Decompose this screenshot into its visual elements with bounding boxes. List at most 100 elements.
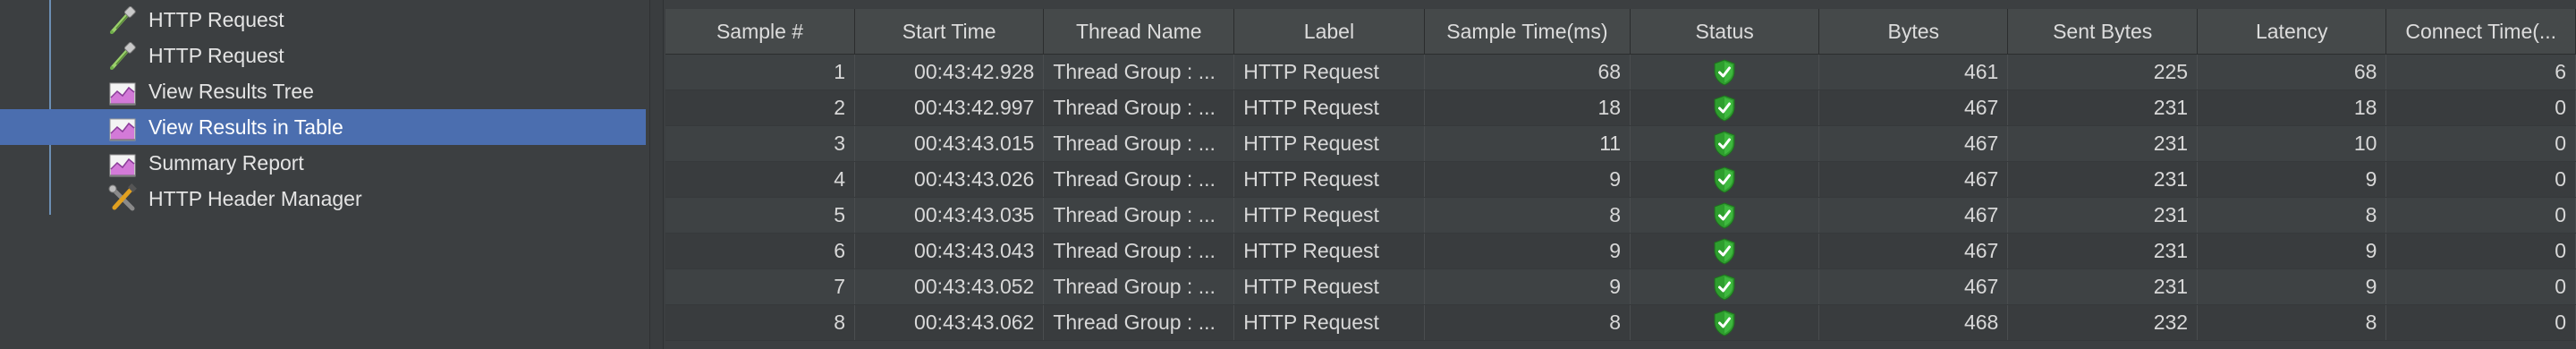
cell-connect-time: 0 bbox=[2385, 268, 2576, 305]
cell-label: HTTP Request bbox=[1233, 125, 1425, 162]
column-header-sent-bytes[interactable]: Sent Bytes bbox=[2007, 9, 2199, 55]
column-header-sample-number[interactable]: Sample # bbox=[665, 9, 856, 55]
cell-bytes: 461 bbox=[1818, 54, 2009, 90]
cell-sample-number: 8 bbox=[665, 304, 856, 341]
success-shield-icon bbox=[1712, 201, 1737, 229]
cell-label: HTTP Request bbox=[1233, 268, 1425, 305]
cell-latency: 18 bbox=[2197, 89, 2387, 126]
cell-label: HTTP Request bbox=[1233, 197, 1425, 234]
tree-item[interactable]: View Results in Table bbox=[0, 109, 646, 145]
cell-status bbox=[1630, 89, 1820, 126]
column-header-bytes[interactable]: Bytes bbox=[1818, 9, 2009, 55]
tree-item-label: View Results Tree bbox=[148, 80, 314, 103]
tree-item[interactable]: HTTP Request bbox=[0, 38, 646, 73]
success-shield-icon bbox=[1712, 273, 1737, 301]
cell-sample-time: 9 bbox=[1424, 268, 1631, 305]
cell-sent-bytes: 231 bbox=[2007, 89, 2199, 126]
table-row[interactable]: 7 00:43:43.052 Thread Group : ... HTTP Requ… bbox=[665, 268, 2576, 305]
cell-sample-number: 3 bbox=[665, 125, 856, 162]
cell-start-time: 00:43:43.052 bbox=[854, 268, 1045, 305]
cell-start-time: 00:43:43.062 bbox=[854, 304, 1045, 341]
column-header-latency[interactable]: Latency bbox=[2197, 9, 2387, 55]
cell-bytes: 467 bbox=[1818, 197, 2009, 234]
cell-sample-time: 11 bbox=[1424, 125, 1631, 162]
cell-connect-time: 0 bbox=[2385, 125, 2576, 162]
column-header-status[interactable]: Status bbox=[1630, 9, 1820, 55]
tree-item-label: HTTP Request bbox=[148, 8, 284, 31]
cell-start-time: 00:43:42.928 bbox=[854, 54, 1045, 90]
success-shield-icon bbox=[1712, 58, 1737, 86]
cell-connect-time: 0 bbox=[2385, 89, 2576, 126]
cell-label: HTTP Request bbox=[1233, 54, 1425, 90]
http-request-icon bbox=[107, 4, 140, 35]
cell-sample-time: 8 bbox=[1424, 304, 1631, 341]
tree-item[interactable]: View Results Tree bbox=[0, 73, 646, 109]
table-row[interactable]: 6 00:43:43.043 Thread Group : ... HTTP Requ… bbox=[665, 233, 2576, 269]
cell-latency: 8 bbox=[2197, 304, 2387, 341]
cell-start-time: 00:43:43.015 bbox=[854, 125, 1045, 162]
cell-sent-bytes: 231 bbox=[2007, 125, 2199, 162]
cell-status bbox=[1630, 233, 1820, 269]
success-shield-icon bbox=[1712, 237, 1737, 265]
cell-label: HTTP Request bbox=[1233, 161, 1425, 198]
cell-sample-number: 4 bbox=[665, 161, 856, 198]
table-row[interactable]: 2 00:43:42.997 Thread Group : ... HTTP Requ… bbox=[665, 89, 2576, 126]
cell-latency: 9 bbox=[2197, 233, 2387, 269]
cell-connect-time: 0 bbox=[2385, 304, 2576, 341]
cell-thread-name: Thread Group : ... bbox=[1043, 89, 1235, 126]
cell-label: HTTP Request bbox=[1233, 304, 1425, 341]
cell-latency: 68 bbox=[2197, 54, 2387, 90]
cell-sent-bytes: 231 bbox=[2007, 161, 2199, 198]
cell-sent-bytes: 231 bbox=[2007, 233, 2199, 269]
cell-sample-number: 2 bbox=[665, 89, 856, 126]
cell-start-time: 00:43:43.035 bbox=[854, 197, 1045, 234]
tree-item-label: HTTP Header Manager bbox=[148, 187, 362, 210]
cell-thread-name: Thread Group : ... bbox=[1043, 304, 1235, 341]
column-header-start-time[interactable]: Start Time bbox=[854, 9, 1045, 55]
table-row[interactable]: 8 00:43:43.062 Thread Group : ... HTTP Requ… bbox=[665, 304, 2576, 341]
cell-latency: 9 bbox=[2197, 268, 2387, 305]
tree-item[interactable]: HTTP Request bbox=[0, 2, 646, 38]
cell-thread-name: Thread Group : ... bbox=[1043, 233, 1235, 269]
table-row[interactable]: 1 00:43:42.928 Thread Group : ... HTTP Requ… bbox=[665, 54, 2576, 90]
cell-thread-name: Thread Group : ... bbox=[1043, 54, 1235, 90]
cell-bytes: 467 bbox=[1818, 125, 2009, 162]
table-row[interactable]: 3 00:43:43.015 Thread Group : ... HTTP Requ… bbox=[665, 125, 2576, 162]
cell-latency: 9 bbox=[2197, 161, 2387, 198]
cell-sample-number: 5 bbox=[665, 197, 856, 234]
cell-status bbox=[1630, 268, 1820, 305]
results-table-panel: Sample # Start Time Thread Name Label Sa… bbox=[665, 0, 2576, 349]
cell-status bbox=[1630, 54, 1820, 90]
column-header-connect-time[interactable]: Connect Time(... bbox=[2385, 9, 2576, 55]
cell-sample-number: 7 bbox=[665, 268, 856, 305]
cell-bytes: 467 bbox=[1818, 268, 2009, 305]
cell-sample-time: 68 bbox=[1424, 54, 1631, 90]
cell-connect-time: 6 bbox=[2385, 54, 2576, 90]
tree-item-label: HTTP Request bbox=[148, 44, 284, 67]
column-header-sample-time[interactable]: Sample Time(ms) bbox=[1424, 9, 1631, 55]
cell-start-time: 00:43:42.997 bbox=[854, 89, 1045, 126]
column-header-label[interactable]: Label bbox=[1233, 9, 1425, 55]
cell-bytes: 467 bbox=[1818, 161, 2009, 198]
tree-item[interactable]: HTTP Header Manager bbox=[0, 181, 646, 217]
column-header-thread-name[interactable]: Thread Name bbox=[1043, 9, 1235, 55]
cell-thread-name: Thread Group : ... bbox=[1043, 125, 1235, 162]
view-results-table-icon bbox=[107, 112, 140, 142]
cell-status bbox=[1630, 161, 1820, 198]
tree-item[interactable]: Summary Report bbox=[0, 145, 646, 181]
panel-splitter[interactable] bbox=[649, 0, 664, 349]
results-table: Sample # Start Time Thread Name Label Sa… bbox=[665, 9, 2576, 341]
success-shield-icon bbox=[1712, 166, 1737, 193]
cell-latency: 8 bbox=[2197, 197, 2387, 234]
table-row[interactable]: 5 00:43:43.035 Thread Group : ... HTTP Requ… bbox=[665, 197, 2576, 234]
cell-connect-time: 0 bbox=[2385, 197, 2576, 234]
view-results-tree-icon bbox=[107, 76, 140, 106]
summary-report-icon bbox=[107, 148, 140, 178]
cell-bytes: 468 bbox=[1818, 304, 2009, 341]
table-row[interactable]: 4 00:43:43.026 Thread Group : ... HTTP Requ… bbox=[665, 161, 2576, 198]
cell-bytes: 467 bbox=[1818, 233, 2009, 269]
cell-sample-time: 8 bbox=[1424, 197, 1631, 234]
cell-status bbox=[1630, 197, 1820, 234]
header-manager-icon bbox=[107, 183, 140, 214]
cell-sample-number: 1 bbox=[665, 54, 856, 90]
